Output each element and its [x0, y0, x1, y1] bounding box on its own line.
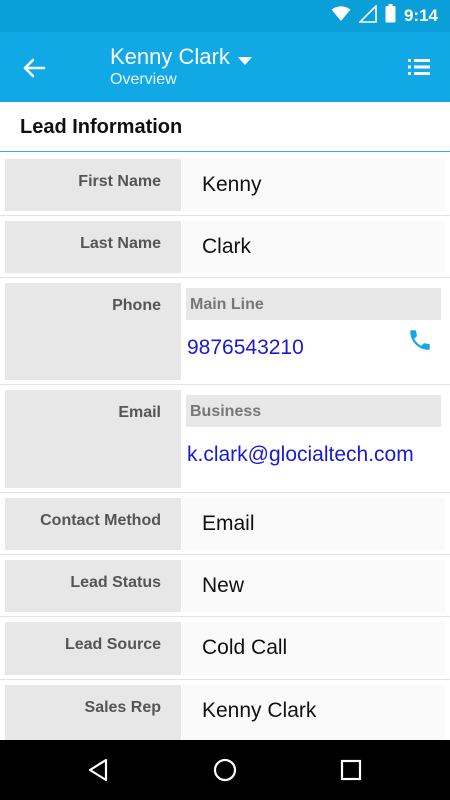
status-bar: 9:14 — [0, 0, 450, 32]
sub-label-bar: Business — [186, 395, 441, 427]
section-header: Lead Information — [0, 102, 450, 152]
phone-icon[interactable] — [407, 327, 433, 353]
signal-icon — [358, 3, 377, 28]
field-label: Phone — [112, 297, 161, 314]
email-address-link[interactable]: k.clark@glocialtech.com — [187, 443, 414, 467]
contact-method-value[interactable]: Email — [182, 498, 445, 550]
field-row-last-name: Last Name Clark — [0, 216, 450, 278]
field-value: Email — [202, 512, 255, 535]
title-dropdown[interactable]: Kenny Clark Overview — [110, 44, 252, 90]
phone-number-link[interactable]: 9876543210 — [187, 336, 304, 360]
app-bar: Kenny Clark Overview — [0, 32, 450, 102]
field-label-cell: Phone — [5, 283, 181, 380]
field-label-cell: Last Name — [5, 221, 181, 273]
field-label-cell: Contact Method — [5, 498, 181, 550]
field-label: Sales Rep — [84, 699, 161, 716]
field-label-cell: Lead Source — [5, 622, 181, 675]
status-time: 9:14 — [403, 6, 438, 25]
lead-source-value[interactable]: Cold Call — [182, 622, 445, 675]
field-value: Kenny — [202, 173, 262, 196]
arrow-back-icon — [18, 58, 50, 88]
field-label: Email — [118, 404, 161, 421]
field-label: Lead Source — [64, 636, 161, 653]
back-button[interactable] — [18, 52, 50, 84]
sales-rep-value[interactable]: Kenny Clark — [182, 685, 445, 742]
field-label: Lead Status — [70, 574, 161, 591]
field-row-first-name: First Name Kenny — [0, 154, 450, 216]
home-circle-icon[interactable] — [212, 757, 238, 783]
last-name-value[interactable]: Clark — [182, 221, 445, 273]
system-nav-bar — [0, 740, 450, 800]
wifi-icon — [331, 5, 351, 27]
field-row-phone: Phone Main Line 9876543210 — [0, 278, 450, 385]
field-value: Clark — [202, 235, 252, 258]
field-row-email: Email Business k.clark@glocialtech.com — [0, 385, 450, 493]
back-triangle-icon[interactable] — [86, 757, 112, 783]
section-title: Lead Information — [20, 116, 183, 138]
lead-status-value[interactable]: New — [182, 560, 445, 612]
first-name-value[interactable]: Kenny — [182, 159, 445, 211]
field-row-lead-source: Lead Source Cold Call — [0, 617, 450, 680]
app-subtitle: Overview — [110, 71, 177, 88]
field-label-cell: Email — [5, 390, 181, 488]
app-title: Kenny Clark — [110, 44, 230, 69]
field-row-sales-rep: Sales Rep Kenny Clark — [0, 680, 450, 742]
email-value-cell: Business k.clark@glocialtech.com — [182, 390, 445, 488]
battery-icon — [385, 4, 396, 28]
field-label: Last Name — [80, 235, 161, 252]
email-type-label: Business — [190, 403, 262, 420]
list-menu-button[interactable] — [406, 54, 434, 82]
list-menu-icon — [406, 59, 432, 84]
field-label-cell: First Name — [5, 159, 181, 211]
field-row-lead-status: Lead Status New — [0, 555, 450, 617]
field-label: Contact Method — [40, 512, 161, 529]
field-value: New — [202, 574, 245, 597]
chevron-down-icon — [237, 52, 252, 70]
field-label-cell: Sales Rep — [5, 685, 181, 742]
field-label: First Name — [78, 173, 161, 190]
recents-square-icon[interactable] — [338, 757, 364, 783]
field-value: Cold Call — [202, 636, 288, 659]
phone-value-cell: Main Line 9876543210 — [182, 283, 445, 380]
sub-label-bar: Main Line — [186, 288, 441, 320]
field-label-cell: Lead Status — [5, 560, 181, 612]
field-value: Kenny Clark — [202, 699, 317, 722]
field-row-contact-method: Contact Method Email — [0, 493, 450, 555]
phone-type-label: Main Line — [190, 296, 264, 313]
